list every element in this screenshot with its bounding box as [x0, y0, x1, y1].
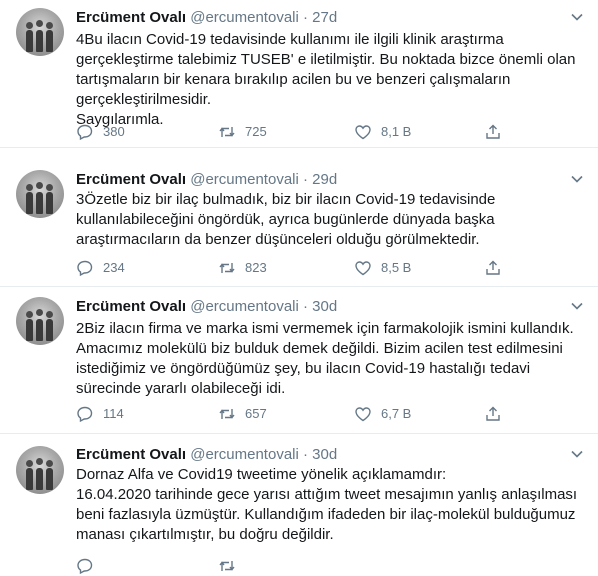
like-count: 6,7 B — [381, 406, 412, 421]
tweet-actions: 380 725 8,1 B — [76, 122, 506, 142]
reply-icon — [77, 558, 93, 575]
tweet-text: 4Bu ilacın Covid-19 tedavisinde kullanım… — [76, 31, 576, 128]
retweet-icon — [219, 127, 235, 137]
retweet-button[interactable]: 725 — [218, 122, 267, 142]
author-handle[interactable]: @ercumentovali — [190, 446, 299, 463]
retweet-count: 725 — [245, 124, 267, 139]
heart-icon — [355, 261, 371, 276]
separator-dot: · — [303, 9, 308, 26]
chevron-down-icon[interactable] — [570, 10, 584, 24]
author-handle[interactable]: @ercumentovali — [190, 9, 299, 26]
reply-button[interactable]: 380 — [76, 122, 125, 142]
share-icon — [486, 260, 500, 275]
timestamp[interactable]: 29d — [312, 171, 337, 188]
separator-dot: · — [303, 446, 308, 463]
author-name[interactable]: Ercüment Ovalı — [76, 9, 186, 26]
author-name[interactable]: Ercüment Ovalı — [76, 171, 186, 188]
timestamp[interactable]: 30d — [312, 298, 337, 315]
retweet-icon — [219, 561, 235, 571]
heart-icon — [355, 407, 371, 422]
author-handle[interactable]: @ercumentovali — [190, 171, 299, 188]
retweet-icon — [219, 263, 235, 273]
author-handle[interactable]: @ercumentovali — [190, 298, 299, 315]
share-button[interactable] — [484, 404, 511, 424]
retweet-count: 823 — [245, 260, 267, 275]
reply-count: 234 — [103, 260, 125, 275]
tweet-header: Ercüment Ovalı @ercumentovali · 30d — [76, 445, 558, 465]
retweet-count: 657 — [245, 406, 267, 421]
reply-count: 114 — [103, 406, 124, 421]
retweet-button[interactable] — [218, 556, 245, 576]
chevron-down-icon[interactable] — [570, 299, 584, 313]
tweet-header: Ercüment Ovalı @ercumentovali · 30d — [76, 297, 558, 317]
retweet-button[interactable]: 657 — [218, 404, 267, 424]
author-name[interactable]: Ercüment Ovalı — [76, 446, 186, 463]
chevron-down-icon[interactable] — [570, 172, 584, 186]
tweet-actions: 234 823 8,5 B — [76, 258, 506, 278]
tweet[interactable]: Ercüment Ovalı @ercumentovali · 29d 3Öze… — [0, 148, 598, 287]
tweet-actions: 114 657 6,7 B — [76, 404, 506, 424]
timestamp[interactable]: 27d — [312, 9, 337, 26]
like-button[interactable]: 8,5 B — [354, 258, 411, 278]
tweet-text: 2Biz ilacın firma ve marka ismi vermemek… — [76, 320, 577, 397]
avatar[interactable] — [16, 446, 64, 494]
avatar[interactable] — [16, 297, 64, 345]
reply-button[interactable]: 234 — [76, 258, 125, 278]
tweet[interactable]: Ercüment Ovalı @ercumentovali · 27d 4Bu … — [0, 0, 598, 148]
avatar[interactable] — [16, 170, 64, 218]
like-count: 8,5 B — [381, 260, 412, 275]
separator-dot: · — [303, 298, 308, 315]
like-button[interactable]: 6,7 B — [354, 404, 411, 424]
tweet[interactable]: Ercüment Ovalı @ercumentovali · 30d Dorn… — [0, 434, 598, 575]
like-count: 8,1 B — [381, 124, 412, 139]
author-name[interactable]: Ercüment Ovalı — [76, 298, 186, 315]
retweet-icon — [219, 409, 235, 419]
retweet-button[interactable]: 823 — [218, 258, 267, 278]
separator-dot: · — [303, 171, 308, 188]
tweet-text: Dornaz Alfa ve Covid19 tweetime yönelik … — [76, 466, 578, 543]
avatar[interactable] — [16, 8, 64, 56]
share-button[interactable] — [484, 258, 511, 278]
reply-button[interactable] — [76, 556, 103, 576]
chevron-down-icon[interactable] — [570, 447, 584, 461]
tweet-actions — [76, 556, 506, 576]
tweet-header: Ercüment Ovalı @ercumentovali · 29d — [76, 170, 558, 190]
reply-button[interactable]: 114 — [76, 404, 124, 424]
heart-icon — [355, 125, 371, 140]
share-icon — [486, 406, 500, 421]
reply-icon — [77, 124, 93, 141]
tweet-text: 3Özetle biz bir ilaç bulmadık, biz bir i… — [76, 191, 500, 248]
reply-icon — [77, 260, 93, 277]
share-button[interactable] — [484, 122, 511, 142]
tweet-header: Ercüment Ovalı @ercumentovali · 27d — [76, 8, 558, 28]
tweet[interactable]: Ercüment Ovalı @ercumentovali · 30d 2Biz… — [0, 287, 598, 434]
like-button[interactable]: 8,1 B — [354, 122, 411, 142]
timestamp[interactable]: 30d — [312, 446, 337, 463]
share-icon — [486, 124, 500, 139]
reply-count: 380 — [103, 124, 125, 139]
reply-icon — [77, 406, 93, 423]
